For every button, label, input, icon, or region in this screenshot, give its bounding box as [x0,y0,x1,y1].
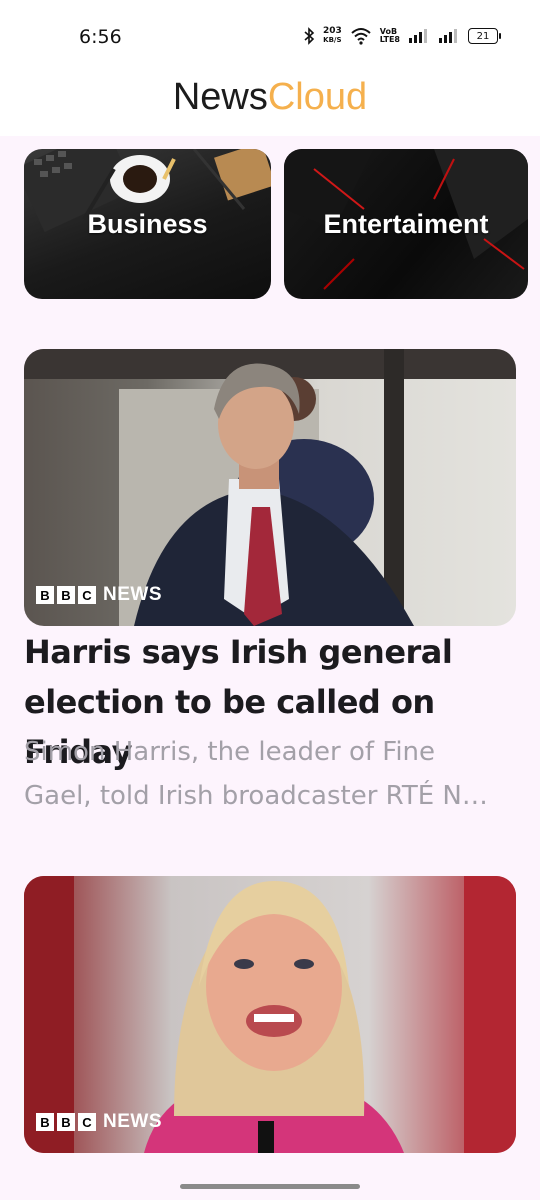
bbc-letter: B [36,586,54,604]
article-image[interactable]: B B C NEWS [24,876,516,1153]
bbc-news-word: NEWS [103,584,162,605]
category-card-business[interactable]: Business [24,149,271,299]
bluetooth-icon [304,27,315,45]
bbc-news-word: NEWS [103,1111,162,1132]
app-title: NewsCloud [0,72,540,122]
status-bar: 6:56 203 KB/S VoB LTE8 21 [0,0,540,70]
bbc-letter: C [78,586,96,604]
category-label-business: Business [87,208,208,239]
speed-value: 203 [322,26,342,36]
app-bar: NewsCloud [0,70,540,136]
network-speed: 203 KB/S [323,27,342,45]
category-card-entertainment[interactable]: Entertaiment [284,149,528,299]
signal-icon [439,29,457,43]
bbc-news-logo: B B C NEWS [36,584,162,606]
status-icons: 203 KB/S VoB LTE8 21 [303,24,501,48]
gesture-nav-bar[interactable] [180,1184,360,1189]
status-time: 6:56 [79,26,122,48]
bbc-news-logo: B B C NEWS [36,1111,162,1133]
battery-level: 21 [476,30,490,42]
bbc-letter: C [78,1113,96,1131]
bbc-letter: B [36,1113,54,1131]
volte-indicator: VoB LTE8 [380,28,400,44]
battery-icon: 21 [468,28,501,44]
category-label-entertainment: Entertaiment [323,208,489,239]
bbc-letter: B [57,586,75,604]
volte-bottom: LTE8 [379,35,400,44]
signal-icon [409,29,427,43]
speed-unit: KB/S [323,36,342,44]
app-title-news: News [172,76,268,118]
bbc-letter: B [57,1113,75,1131]
app-title-cloud: Cloud [267,76,368,118]
article-image[interactable]: B B C NEWS [24,349,516,626]
wifi-icon [351,28,371,45]
article-description[interactable]: Simon Harris, the leader of Fine Gael, t… [24,730,494,818]
